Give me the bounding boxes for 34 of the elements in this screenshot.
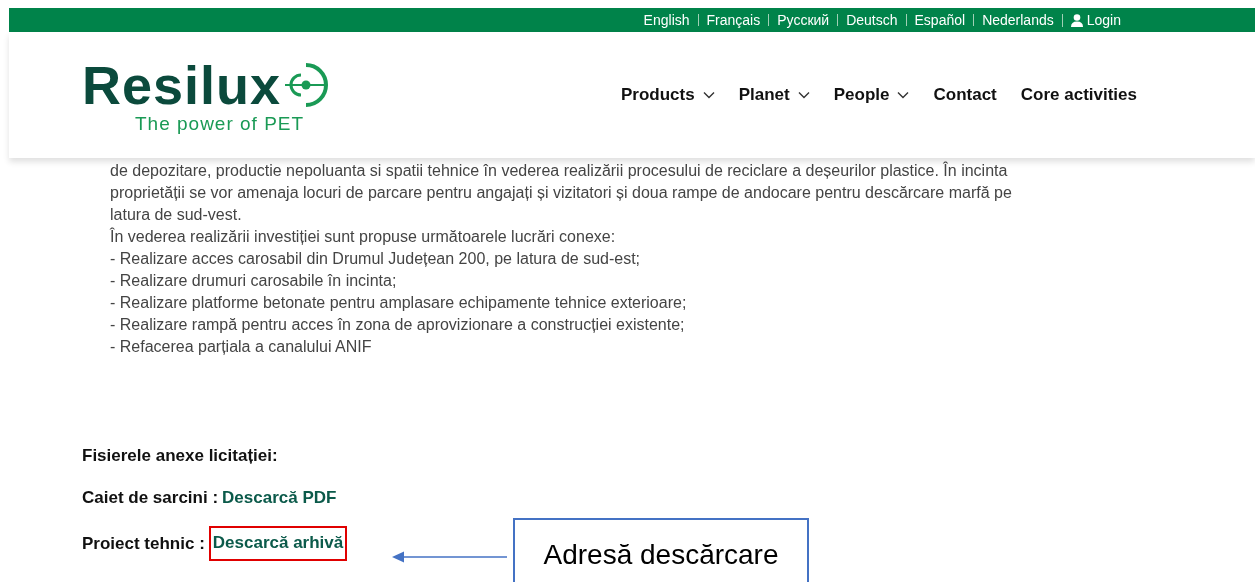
text-line: - Realizare platforme betonate pentru amplasare echipamente tehnice exterioare; bbox=[110, 293, 688, 313]
language-link[interactable]: Nederlands bbox=[973, 14, 1062, 26]
download-link[interactable]: Descarcă arhivă bbox=[208, 526, 348, 561]
logo-wordmark: Resilux bbox=[82, 57, 282, 112]
callout-label: Adresă descărcare bbox=[513, 518, 809, 582]
nav-link[interactable]: Core activities bbox=[1020, 82, 1137, 108]
chevron-down-icon bbox=[797, 91, 810, 99]
file-label: Caiet de sarcini : bbox=[82, 486, 219, 509]
text-line: latura de sud-vest. bbox=[110, 205, 243, 225]
text-line: de depozitare, productie nepoluanta si spatii tehnice în vederea realizării procesului de reciclare a deșeurilor plastice. În incinta bbox=[110, 160, 1009, 181]
file-label: Proiect tehnic : bbox=[82, 532, 205, 555]
text-line: - Realizare rampă pentru acces în zona de aprovizionare a construcției existente; bbox=[110, 315, 686, 335]
download-link[interactable]: Descarcă PDF bbox=[222, 484, 337, 510]
nav-link[interactable]: Planet bbox=[738, 82, 810, 108]
nav-link[interactable]: Products bbox=[621, 82, 715, 108]
text-line: În vederea realizării investiției sunt propuse următoarele lucrări conexe: bbox=[110, 226, 617, 247]
language-link[interactable]: English bbox=[635, 14, 698, 26]
text-line: - Refacerea parțiala a canalului ANIF bbox=[110, 337, 373, 357]
language-link[interactable]: Deutsch bbox=[837, 14, 906, 26]
nav-link[interactable]: People bbox=[833, 82, 910, 108]
language-link[interactable]: Español bbox=[905, 14, 974, 26]
text-line: - Realizare acces carosabil din Drumul Județean 200, pe latura de sud-est; bbox=[110, 249, 642, 269]
language-link[interactable]: Русский bbox=[768, 14, 838, 26]
section-heading: Fisierele anexe licitației: bbox=[82, 445, 279, 467]
logo-tagline: The power of PET bbox=[135, 113, 306, 133]
chevron-down-icon bbox=[897, 91, 910, 99]
login-link[interactable]: Login bbox=[1061, 13, 1129, 27]
language-link[interactable]: Français bbox=[697, 14, 769, 26]
text-line: proprietății se vor amenaja locuri de parcare pentru angajați și vizitatori și doua rampe de andocare pentru descărcare marfă pe bbox=[110, 183, 1013, 203]
nav-link[interactable]: Contact bbox=[933, 82, 997, 108]
user-icon bbox=[1070, 13, 1083, 27]
chevron-down-icon bbox=[702, 91, 715, 99]
text-line: - Realizare drumuri carosabile în incinta; bbox=[110, 271, 398, 291]
target-icon bbox=[283, 61, 330, 108]
